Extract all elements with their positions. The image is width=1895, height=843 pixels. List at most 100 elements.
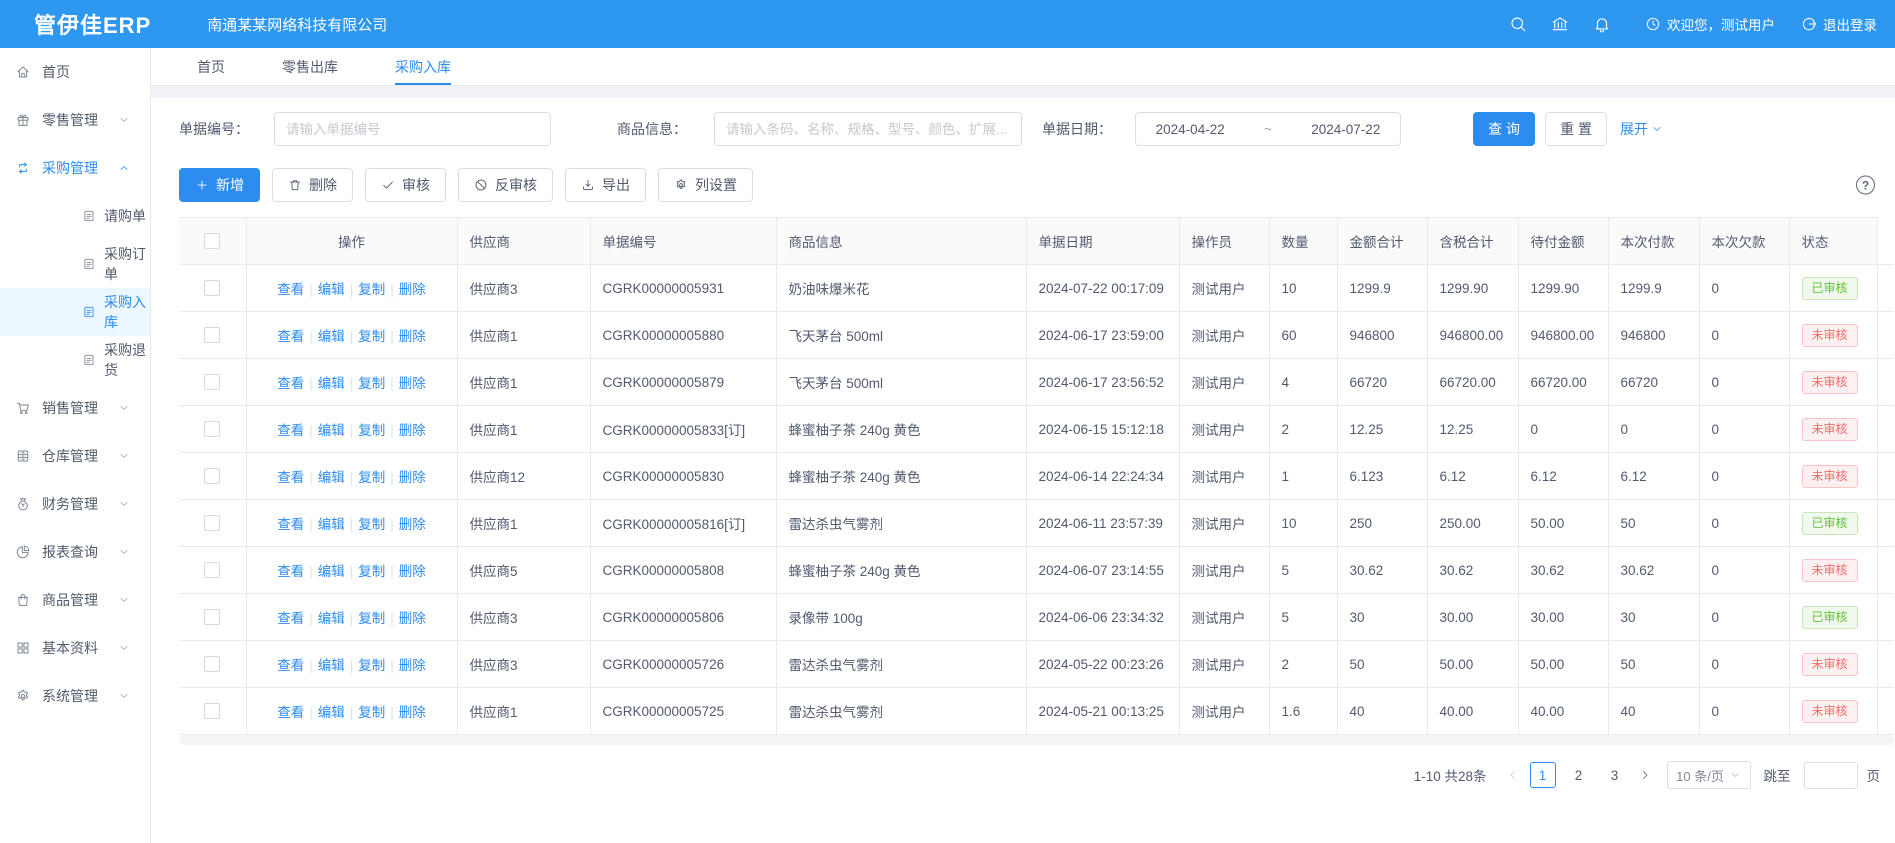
tab-home[interactable]: 首页 [197,48,225,85]
action-edit[interactable]: 编辑 [318,329,345,344]
action-view[interactable]: 查看 [277,470,304,485]
sidebar-item-products[interactable]: 商品管理 [0,576,150,624]
sidebar-item-purchase-return[interactable]: 采购退货 [0,336,150,384]
row-checkbox[interactable] [204,280,220,296]
product-info-input[interactable] [714,112,1022,146]
action-copy[interactable]: 复制 [358,376,385,391]
action-edit[interactable]: 编辑 [318,564,345,579]
date-range-picker[interactable]: 2024-04-22 ~ 2024-07-22 [1135,112,1401,146]
action-copy[interactable]: 复制 [358,470,385,485]
cabinet-icon [15,448,31,464]
jump-page-input[interactable] [1804,762,1858,789]
action-edit[interactable]: 编辑 [318,611,345,626]
row-checkbox[interactable] [204,468,220,484]
sidebar-item-sales[interactable]: 销售管理 [0,384,150,432]
page-size-select[interactable]: 10 条/页 [1667,761,1751,789]
sidebar-item-purchase[interactable]: 采购管理 [0,144,150,192]
sidebar-item-finance[interactable]: 财务管理 [0,480,150,528]
tab-retail-outbound[interactable]: 零售出库 [282,48,338,85]
action-edit[interactable]: 编辑 [318,470,345,485]
action-delete[interactable]: 删除 [399,705,426,720]
search-icon[interactable] [1501,7,1535,41]
action-delete[interactable]: 删除 [399,329,426,344]
action-delete[interactable]: 删除 [399,517,426,532]
search-button[interactable]: 查 询 [1473,112,1535,146]
audit-button[interactable]: 审核 [365,168,446,202]
prev-page-icon[interactable] [1501,762,1525,788]
row-checkbox[interactable] [204,515,220,531]
delete-button[interactable]: 删除 [272,168,353,202]
action-view[interactable]: 查看 [277,282,304,297]
action-view[interactable]: 查看 [277,611,304,626]
action-edit[interactable]: 编辑 [318,517,345,532]
action-edit[interactable]: 编辑 [318,705,345,720]
order-no-input[interactable] [274,112,551,146]
action-copy[interactable]: 复制 [358,564,385,579]
action-view[interactable]: 查看 [277,658,304,673]
action-delete[interactable]: 删除 [399,564,426,579]
sidebar-item-system[interactable]: 系统管理 [0,672,150,720]
row-checkbox[interactable] [204,609,220,625]
action-view[interactable]: 查看 [277,705,304,720]
sidebar-item-retail[interactable]: 零售管理 [0,96,150,144]
sidebar-item-basic-data[interactable]: 基本资料 [0,624,150,672]
tab-purchase-inbound[interactable]: 采购入库 [395,48,451,85]
cell-order-no: CGRK00000005931 [590,265,776,312]
action-edit[interactable]: 编辑 [318,282,345,297]
action-copy[interactable]: 复制 [358,329,385,344]
help-icon[interactable]: ? [1856,176,1875,195]
action-edit[interactable]: 编辑 [318,376,345,391]
action-delete[interactable]: 删除 [399,423,426,438]
action-view[interactable]: 查看 [277,423,304,438]
action-view[interactable]: 查看 [277,376,304,391]
row-checkbox[interactable] [204,703,220,719]
action-delete[interactable]: 删除 [399,282,426,297]
row-checkbox[interactable] [204,656,220,672]
action-delete[interactable]: 删除 [399,611,426,626]
page-number-1[interactable]: 1 [1530,762,1556,788]
action-copy[interactable]: 复制 [358,658,385,673]
sidebar-item-purchase-inbound[interactable]: 采购入库 [0,288,150,336]
bell-icon[interactable] [1585,7,1619,41]
expand-filters-link[interactable]: 展开 [1620,119,1663,139]
action-delete[interactable]: 删除 [399,658,426,673]
action-copy[interactable]: 复制 [358,517,385,532]
page-number-3[interactable]: 3 [1602,762,1628,788]
action-edit[interactable]: 编辑 [318,658,345,673]
welcome-user[interactable]: 欢迎您，测试用户 [1645,14,1775,34]
date-to-value[interactable]: 2024-07-22 [1311,122,1380,137]
bank-icon[interactable] [1543,7,1577,41]
action-view[interactable]: 查看 [277,329,304,344]
export-button[interactable]: 导出 [565,168,646,202]
action-view[interactable]: 查看 [277,517,304,532]
app-logo[interactable]: 管伊佳ERP [34,8,151,40]
sidebar-item-warehouse[interactable]: 仓库管理 [0,432,150,480]
unaudit-button[interactable]: 反审核 [458,168,553,202]
row-checkbox[interactable] [204,421,220,437]
action-copy[interactable]: 复制 [358,705,385,720]
row-checkbox[interactable] [204,562,220,578]
reset-button[interactable]: 重 置 [1545,112,1607,146]
horizontal-scrollbar[interactable] [179,735,1894,745]
action-delete[interactable]: 删除 [399,376,426,391]
column-settings-button[interactable]: 列设置 [658,168,753,202]
row-checkbox[interactable] [204,327,220,343]
sidebar-item-home[interactable]: 首页 [0,48,150,96]
action-edit[interactable]: 编辑 [318,423,345,438]
action-view[interactable]: 查看 [277,564,304,579]
action-copy[interactable]: 复制 [358,423,385,438]
add-button[interactable]: 新增 [179,168,260,202]
date-from-value[interactable]: 2024-04-22 [1156,122,1225,137]
action-delete[interactable]: 删除 [399,470,426,485]
page-number-2[interactable]: 2 [1566,762,1592,788]
action-copy[interactable]: 复制 [358,282,385,297]
cell-date: 2024-06-17 23:56:52 [1026,359,1179,406]
select-all-checkbox[interactable] [204,233,220,249]
action-copy[interactable]: 复制 [358,611,385,626]
next-page-icon[interactable] [1633,762,1657,788]
sidebar-item-purchase-order[interactable]: 采购订单 [0,240,150,288]
row-checkbox[interactable] [204,374,220,390]
logout-button[interactable]: 退出登录 [1801,14,1877,34]
sidebar-item-reports[interactable]: 报表查询 [0,528,150,576]
sidebar-item-purchase-request[interactable]: 请购单 [0,192,150,240]
